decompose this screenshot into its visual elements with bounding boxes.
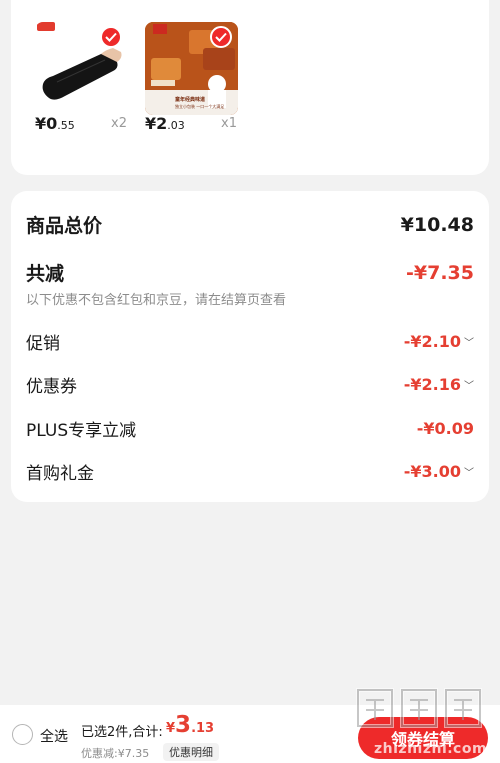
discount-label: 促销 [26,334,60,354]
discount-value: -¥2.10 ﹀ [403,332,474,351]
product-price: ¥0.55 [35,114,75,133]
product-quantity: x1 [221,116,237,131]
selected-check-icon[interactable] [100,26,122,48]
total-price-value: ¥10.48 [400,213,474,236]
discount-value: -¥3.00 ﹀ [403,462,474,481]
product-card: 童年经典味道 独立小包装 一口一个大满足 ¥0.55 x2 ¥2.03 x1 [11,0,489,175]
promo-tag-icon [37,22,55,31]
total-discount-value: -¥7.35 [406,261,474,284]
product-price-row: ¥0.55 x2 [35,114,145,134]
cart-page: 童年经典味道 独立小包装 一口一个大满足 ¥0.55 x2 ¥2.03 x1 商… [0,0,500,763]
product-quantity: x2 [111,116,127,131]
select-all-label[interactable]: 全选 [40,726,68,746]
total-price-row: 商品总价 ¥10.48 [26,211,474,238]
discount-row-plus: PLUS专享立减 -¥0.09 [26,416,474,441]
total-price-label: 商品总价 [26,215,103,237]
product-price-row: ¥2.03 x1 [145,114,255,134]
product-price: ¥2.03 [145,114,185,133]
chevron-down-icon: ﹀ [464,381,474,392]
selected-count-text: 已选2件,合计: [81,725,163,740]
discount-row-coupon[interactable]: 优惠券 -¥2.16 ﹀ [26,372,474,397]
product-item-meat[interactable]: 童年经典味道 独立小包装 一口一个大满足 [145,22,241,115]
product-item-sleeve[interactable] [35,22,131,115]
discount-row-promotion[interactable]: 促销 -¥2.10 ﹀ [26,329,474,354]
total-discount-row: 共减 -¥7.35 [26,259,474,286]
discount-label: PLUS专享立减 [26,421,137,441]
discount-detail-button[interactable]: 优惠明细 [163,743,219,761]
watermark-logo-icon [356,688,482,728]
watermark-text: zhizhizhi.com [374,741,488,757]
promo-text: 童年经典味道 [175,97,206,103]
selected-check-icon[interactable] [210,26,232,48]
chevron-down-icon: ﹀ [464,468,474,479]
discount-label: 首购礼金 [26,464,94,484]
promo-subtext: 独立小包装 一口一个大满足 [175,104,225,109]
select-all-radio[interactable] [12,724,33,745]
discount-value: -¥2.16 ﹀ [403,375,474,394]
total-discount-label: 共减 [26,263,65,285]
product-image-sleeve[interactable] [35,22,128,115]
product-image-meat[interactable]: 童年经典味道 独立小包装 一口一个大满足 [145,22,238,115]
price-summary-card: 商品总价 ¥10.48 共减 -¥7.35 以下优惠不包含红包和京豆，请在结算页… [11,191,489,502]
discount-label: 优惠券 [26,377,77,397]
discount-summary: 优惠减:¥7.35 [81,747,150,760]
discount-value: -¥0.09 [416,419,474,438]
discount-note: 以下优惠不包含红包和京豆，请在结算页查看 [26,293,287,308]
discount-row-first-purchase[interactable]: 首购礼金 -¥3.00 ﹀ [26,459,474,484]
chevron-down-icon: ﹀ [464,338,474,349]
total-amount: ¥3.13 [166,712,215,738]
